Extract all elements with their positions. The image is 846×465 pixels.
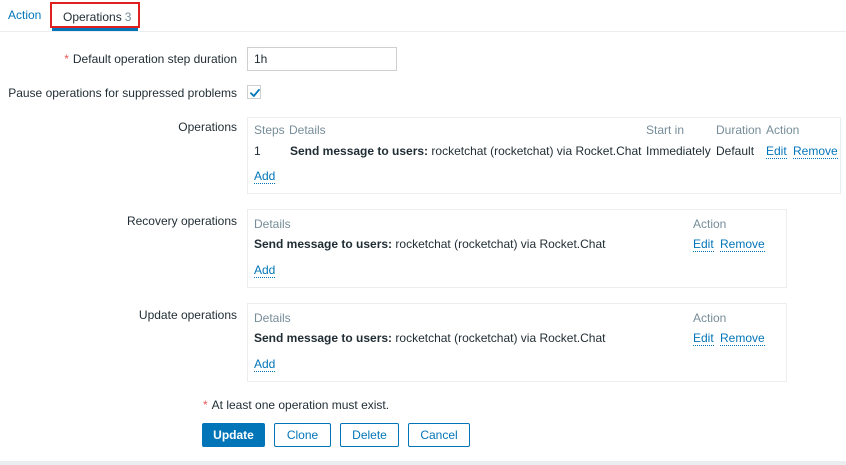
remove-link[interactable]: Remove	[720, 332, 765, 346]
col-start-in: Start in	[646, 123, 685, 137]
details-bold: Send message to users:	[254, 331, 393, 345]
edit-link[interactable]: Edit	[766, 145, 787, 159]
add-update-operation-link[interactable]: Add	[254, 358, 276, 372]
tab-operations[interactable]: Operations 3	[50, 2, 140, 28]
update-button[interactable]: Update	[202, 423, 265, 447]
step-duration-label: Default operation step duration	[72, 52, 237, 66]
remove-link[interactable]: Remove	[720, 238, 765, 252]
pause-label: Pause operations for suppressed problems	[8, 86, 237, 100]
pause-suppressed-checkbox[interactable]	[247, 85, 261, 99]
required-note: * At least one operation must exist.	[203, 398, 389, 412]
edit-link[interactable]: Edit	[693, 332, 714, 346]
col-action: Action	[693, 217, 727, 231]
operation-details: Send message to users: rocketchat (rocke…	[254, 237, 605, 251]
col-details: Details	[254, 311, 291, 325]
step-duration-input[interactable]	[247, 47, 397, 71]
col-steps: Steps	[254, 123, 285, 137]
details-rest: rocketchat (rocketchat) via Rocket.Chat	[392, 331, 606, 345]
active-tab-indicator	[52, 28, 138, 31]
required-marker: *	[203, 398, 208, 412]
add-recovery-operation-link[interactable]: Add	[254, 264, 276, 278]
tab-operations-count: 3	[124, 10, 132, 24]
operation-details: Send message to users: rocketchat (rocke…	[254, 331, 605, 345]
duration-value: Default	[716, 144, 755, 158]
tab-bar: Action Operations 3	[0, 0, 846, 32]
recovery-operations-label: Recovery operations	[126, 214, 237, 228]
start-in-value: Immediately	[646, 144, 711, 158]
page-footer-divider	[0, 461, 846, 465]
col-action: Action	[766, 123, 800, 137]
col-action: Action	[693, 311, 727, 325]
tab-action[interactable]: Action	[8, 0, 41, 31]
recovery-operations-table: Details Action Send message to users: ro…	[247, 209, 787, 288]
update-operations-label: Update operations	[138, 308, 237, 322]
operation-details: Send message to users: rocketchat (rocke…	[290, 144, 641, 158]
delete-button[interactable]: Delete	[340, 423, 399, 447]
required-note-text: At least one operation must exist.	[211, 398, 390, 412]
details-bold: Send message to users:	[290, 144, 429, 158]
step-number: 1	[254, 144, 261, 158]
col-details: Details	[289, 123, 326, 137]
details-rest: rocketchat (rocketchat) via Rocket.Chat	[428, 144, 642, 158]
edit-link[interactable]: Edit	[693, 238, 714, 252]
col-details: Details	[254, 217, 291, 231]
operations-table: Steps Details Start in Duration Action 1…	[247, 117, 841, 194]
step-duration-label-row: * Default operation step duration	[64, 52, 237, 66]
checkmark-icon	[250, 88, 260, 97]
tab-operations-label: Operations	[63, 10, 122, 24]
update-operations-table: Details Action Send message to users: ro…	[247, 303, 787, 382]
details-bold: Send message to users:	[254, 237, 393, 251]
remove-link[interactable]: Remove	[793, 145, 838, 159]
details-rest: rocketchat (rocketchat) via Rocket.Chat	[392, 237, 606, 251]
cancel-button[interactable]: Cancel	[408, 423, 470, 447]
required-marker: *	[64, 52, 69, 66]
operations-label: Operations	[178, 120, 237, 134]
add-operation-link[interactable]: Add	[254, 170, 276, 184]
col-duration: Duration	[716, 123, 762, 137]
clone-button[interactable]: Clone	[274, 423, 331, 447]
